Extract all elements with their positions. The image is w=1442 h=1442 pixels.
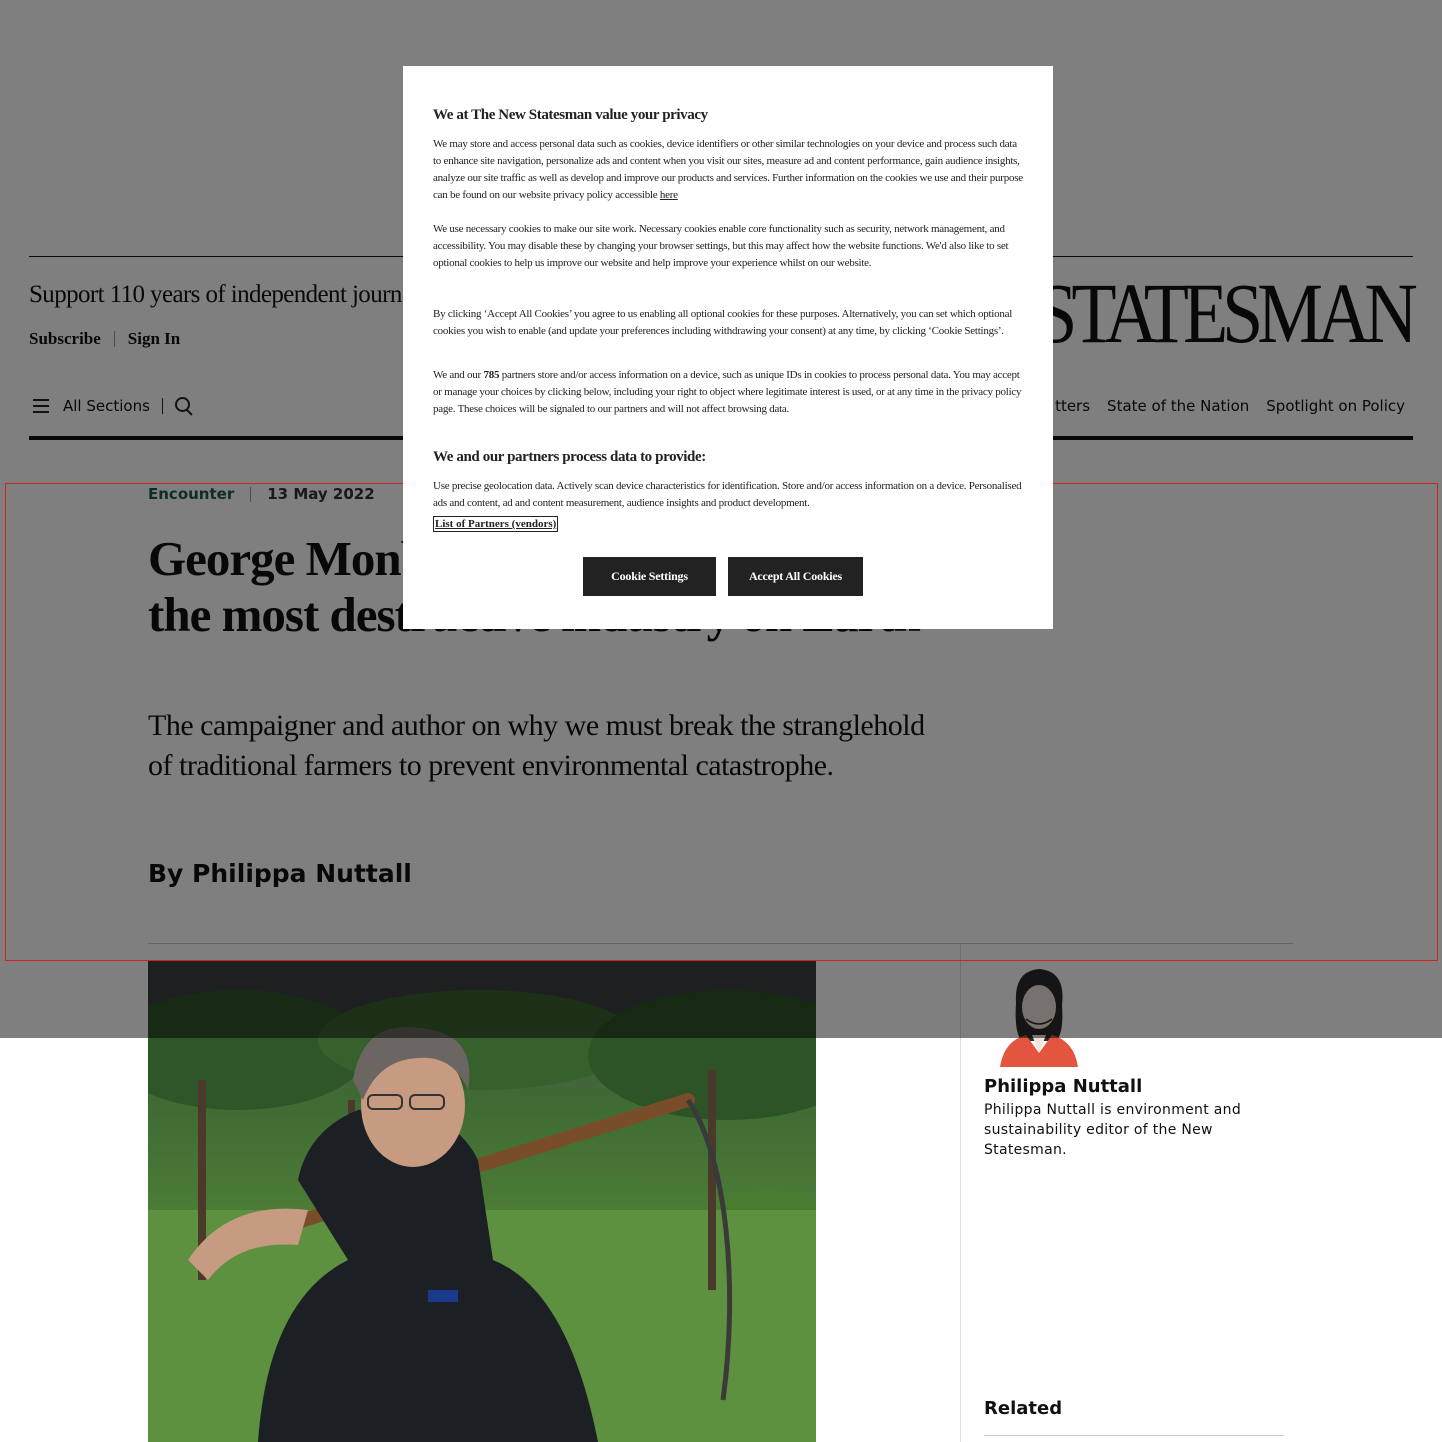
dialog-paragraph-purposes: Use precise geolocation data. Actively s… xyxy=(433,480,1022,509)
cookie-settings-button[interactable]: Cookie Settings xyxy=(583,557,716,596)
dialog-title: We at The New Statesman value your priva… xyxy=(433,107,708,123)
related-divider xyxy=(984,1435,1284,1436)
partner-count: 785 xyxy=(483,369,500,381)
page: Support 110 years of independent journ S… xyxy=(0,0,1442,1442)
dialog-paragraph-necessary-cookies: We use necessary cookies to make our sit… xyxy=(433,223,1009,269)
privacy-policy-link[interactable]: here xyxy=(660,189,678,201)
related-heading: Related xyxy=(984,1398,1063,1419)
dialog-paragraph-accept-info: By clicking ‘Accept All Cookies’ you agr… xyxy=(433,308,1013,337)
author-bio: Philippa Nuttall is environment and sust… xyxy=(984,1102,1242,1158)
author-name[interactable]: Philippa Nuttall xyxy=(984,1076,1142,1097)
dialog-subtitle: We and our partners process data to prov… xyxy=(433,449,706,465)
cookie-consent-dialog: We at The New Statesman value your priva… xyxy=(403,66,1053,629)
accept-all-cookies-button[interactable]: Accept All Cookies xyxy=(728,557,863,596)
dialog-paragraph-personal-data: We may store and access personal data su… xyxy=(433,138,1023,201)
list-of-partners-link[interactable]: List of Partners (vendors) xyxy=(433,516,559,532)
dialog-paragraph-partners: We and our 785 partners store and/or acc… xyxy=(433,369,1022,415)
